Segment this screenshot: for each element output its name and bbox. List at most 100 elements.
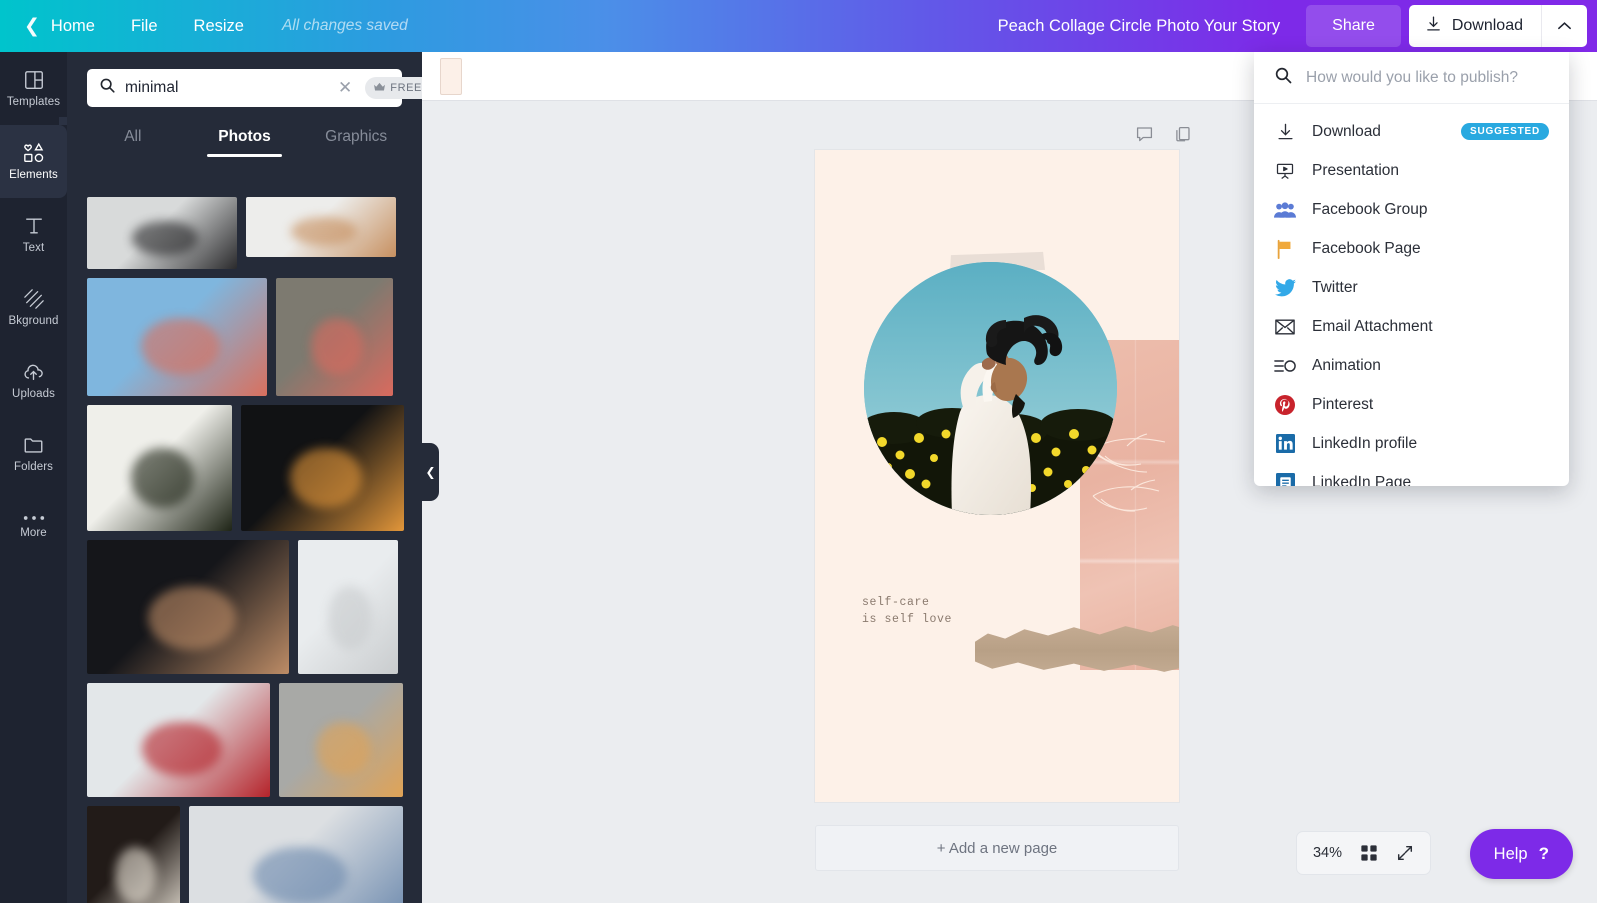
sidebar-item-label: More [20,527,47,539]
tab-all[interactable]: All [77,121,189,157]
canvas-caption-text[interactable]: self-care is self love [862,594,952,629]
publish-option-download[interactable]: Download SUGGESTED [1254,112,1569,151]
envelope-icon [1274,319,1296,335]
photo-result-red-currants-spilled[interactable] [87,683,270,797]
person-photo [864,262,1117,515]
tab-graphics[interactable]: Graphics [300,121,412,157]
download-button[interactable]: Download [1408,5,1541,47]
sidebar-item-templates[interactable]: Templates [0,52,67,125]
document-title[interactable]: Peach Collage Circle Photo Your Story [998,17,1281,36]
expand-icon[interactable] [1396,844,1414,862]
download-icon [1425,15,1442,37]
publish-option-linkedin-page[interactable]: LinkedIn Page [1254,463,1569,486]
publish-option-facebook-group[interactable]: Facebook Group [1254,190,1569,229]
photo-result-dark-breakfast-bowl[interactable] [241,405,404,531]
help-button[interactable]: Help ? [1469,829,1573,879]
sidebar-item-background[interactable]: Bkground [0,271,67,344]
photo-result-dessert-plate-drizzle[interactable] [189,806,403,903]
publish-option-animation[interactable]: Animation [1254,346,1569,385]
sidebar-item-label: Templates [6,96,61,108]
photo-result-hand-holding-coffee-mug[interactable] [87,540,289,674]
photo-result-sliced-peaches-knife[interactable] [276,278,393,396]
photo-subject-blob [253,846,348,903]
left-tool-rail: Templates Elements Text Bkground Uploads… [0,52,67,903]
save-status-text: All changes saved [281,17,408,34]
download-button-label: Download [1451,17,1523,34]
photo-result-pastry-on-linen[interactable] [279,683,403,797]
search-input[interactable] [125,79,325,97]
photo-subject-blob [328,585,372,650]
publish-option-label: Pinterest [1312,395,1374,413]
grid-view-icon[interactable] [1360,844,1378,862]
sidebar-item-elements[interactable]: Elements [0,117,67,198]
photo-results-row [87,197,402,269]
publish-dropdown-toggle[interactable] [1541,5,1587,47]
photo-result-kiwi-bowl-flatlay[interactable] [87,405,232,531]
photo-result-people-walking-shoes[interactable] [87,197,237,269]
free-badge-label: FREE [390,82,422,94]
add-new-page-button[interactable]: + Add a new page [815,825,1179,871]
zoom-level-label[interactable]: 34% [1313,845,1342,861]
flag-icon [1274,239,1296,259]
photo-subject-blob [130,447,195,509]
photo-subject-blob [311,318,363,375]
photo-subject-blob [316,721,371,777]
publish-search-input[interactable] [1306,68,1549,87]
free-filter-badge[interactable]: FREE [365,77,422,99]
chevron-left-icon: ❮ [425,465,436,479]
photo-results-row [87,405,404,531]
templates-icon [23,69,45,91]
download-icon [1274,122,1296,141]
publish-search-row[interactable] [1254,52,1569,104]
pinterest-icon [1274,394,1296,415]
panel-collapse-handle[interactable]: ❮ [422,443,439,501]
publish-option-pinterest[interactable]: Pinterest [1254,385,1569,424]
page-thumbnail-1[interactable] [440,57,462,95]
elements-side-panel: ✕ FREE All Photos Graphics [67,52,422,903]
photo-result-hot-chocolate-cup[interactable] [87,806,180,903]
sidebar-item-more[interactable]: More [0,490,67,563]
photo-subject-blob [289,447,362,509]
publish-option-email-attachment[interactable]: Email Attachment [1254,307,1569,346]
photo-results-row [87,683,403,797]
resize-button[interactable]: Resize [176,0,262,52]
photo-result-single-fig-on-white[interactable] [246,197,396,257]
canva-editor-window: ❮ Home File Resize All changes saved Pea… [0,0,1597,903]
home-button[interactable]: Home [51,0,113,52]
chevron-left-icon[interactable]: ❮ [24,16,40,36]
sidebar-item-folders[interactable]: Folders [0,417,67,490]
photo-subject-blob [141,721,223,777]
panel-search-area: ✕ FREE [67,52,422,107]
photo-results-row [87,540,402,674]
circle-photo-frame[interactable] [864,262,1117,515]
design-canvas-page[interactable]: self-care is self love [815,150,1179,802]
photo-result-pink-wall-blue-sky[interactable] [87,278,267,396]
publish-option-label: Facebook Group [1312,200,1428,218]
photo-result-milk-bottles-press[interactable] [298,540,398,674]
share-button[interactable]: Share [1306,5,1401,47]
publish-option-linkedin-profile[interactable]: LinkedIn profile [1254,424,1569,463]
search-box[interactable]: ✕ FREE [87,69,422,107]
publish-dropdown-menu: Download SUGGESTED Presentation Facebook Gr… [1254,52,1569,486]
sidebar-item-text[interactable]: Text [0,198,67,271]
linkedin-icon [1274,434,1296,453]
photo-subject-blob [114,846,156,903]
sidebar-item-uploads[interactable]: Uploads [0,344,67,417]
publish-option-label: LinkedIn profile [1312,434,1418,452]
publish-option-facebook-page[interactable]: Facebook Page [1254,229,1569,268]
publish-option-label: Email Attachment [1312,317,1433,335]
photo-results-grid[interactable] [67,197,422,903]
close-icon[interactable]: ✕ [334,79,356,97]
facebook-group-icon [1274,201,1296,219]
tab-photos[interactable]: Photos [189,121,301,157]
publish-options-list: Download SUGGESTED Presentation Facebook Gr… [1254,104,1569,486]
publish-option-label: LinkedIn Page [1312,473,1412,487]
comment-icon[interactable] [1135,125,1154,153]
file-menu-button[interactable]: File [113,0,176,52]
duplicate-icon[interactable] [1173,125,1192,153]
photo-subject-blob [291,217,357,247]
publish-option-twitter[interactable]: Twitter [1254,268,1569,307]
sidebar-item-label: Uploads [12,388,55,400]
publish-option-presentation[interactable]: Presentation [1254,151,1569,190]
upload-cloud-icon [22,361,45,383]
